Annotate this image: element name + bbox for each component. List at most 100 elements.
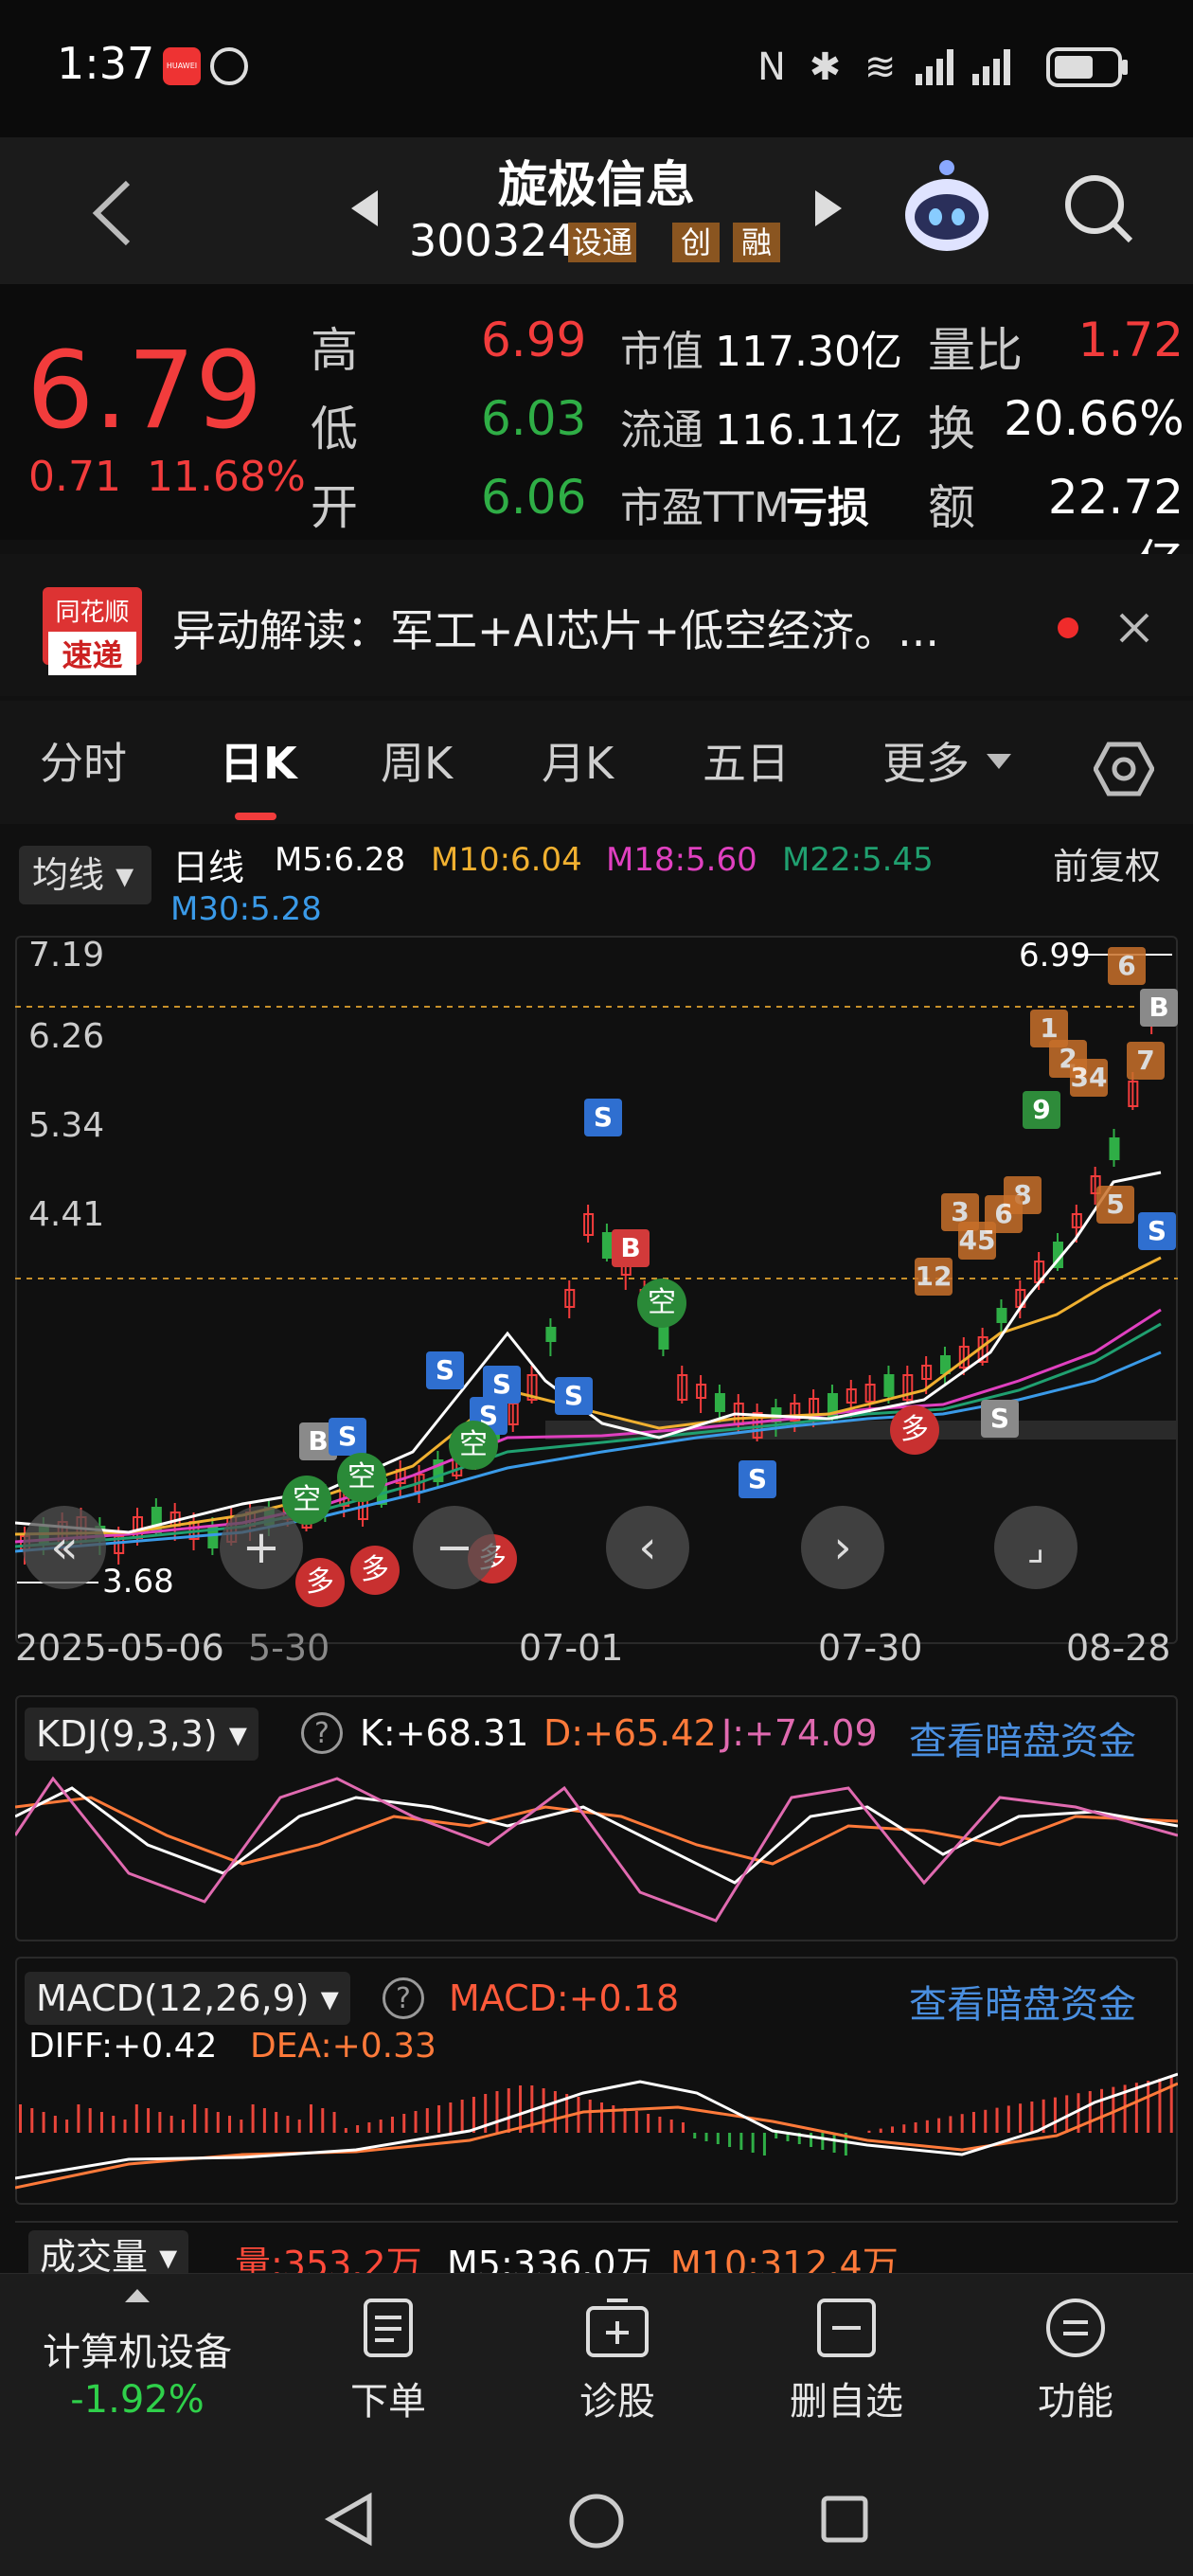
dark-pool-link[interactable]: 查看暗盘资金: [909, 1710, 1136, 1765]
macd-bar: [181, 2120, 185, 2133]
turnover-value: 20.66%: [1004, 391, 1184, 446]
marker-34: 34: [1070, 1059, 1108, 1097]
macd-bar: [1019, 2103, 1023, 2133]
tab-weekly-k[interactable]: 周K: [381, 729, 453, 792]
zoom-in-icon[interactable]: +: [220, 1506, 303, 1589]
macd-value: MACD:+0.18: [449, 1977, 680, 2019]
fullscreen-icon[interactable]: ⌟: [994, 1506, 1077, 1589]
macd-bar: [507, 2088, 510, 2133]
zoom-out-far-icon[interactable]: «: [23, 1506, 106, 1589]
macd-bar: [42, 2112, 45, 2133]
help-icon[interactable]: ?: [383, 1977, 424, 2019]
volume-ratio-label: 量比: [928, 323, 1023, 378]
macd-bar: [356, 2125, 360, 2133]
macd-bar: [99, 2112, 103, 2133]
duo-marker: 多: [350, 1546, 400, 1595]
y-label-4: 4.41: [28, 1195, 104, 1234]
y-label-3: 5.34: [28, 1106, 104, 1145]
remove-watchlist-button[interactable]: 删自选: [742, 2297, 951, 2425]
recent-apps-icon[interactable]: [816, 2491, 873, 2548]
s-marker: S: [981, 1400, 1019, 1438]
macd-bar: [495, 2091, 499, 2133]
sector-tag: 设通: [568, 223, 637, 262]
news-banner[interactable]: 同花顺 速递 异动解读：军工+AI芯片+低空经济。...: [0, 554, 1193, 696]
tab-five-day[interactable]: 五日: [703, 729, 790, 792]
macd-bar: [147, 2108, 151, 2133]
diagnose-button[interactable]: 诊股: [513, 2297, 721, 2425]
back-icon[interactable]: [85, 175, 142, 251]
tab-fenshi[interactable]: 分时: [40, 729, 127, 792]
low-value: 6.03: [481, 391, 587, 446]
sell-marker: S: [739, 1460, 776, 1498]
next-stock-icon[interactable]: [810, 185, 847, 232]
macd-bar: [228, 2116, 232, 2133]
macd-bar: [1030, 2102, 1034, 2133]
tab-daily-k[interactable]: 日K: [220, 729, 297, 792]
macd-bar: [1006, 2105, 1010, 2133]
tab-more[interactable]: 更多: [882, 729, 970, 792]
macd-bar: [634, 2111, 638, 2133]
diagnose-icon: [586, 2299, 649, 2357]
stock-code: 300324: [409, 215, 576, 266]
macd-bar: [321, 2108, 325, 2133]
macd-bar: [344, 2128, 347, 2133]
settings-icon[interactable]: [1094, 739, 1154, 799]
news-text: 异动解读：军工+AI芯片+低空经济。...: [172, 605, 939, 656]
tab-monthly-k[interactable]: 月K: [542, 729, 614, 792]
candle-body: [658, 1327, 669, 1350]
sell-marker: S: [555, 1377, 593, 1415]
macd-bar: [739, 2133, 743, 2150]
macd-bar: [728, 2133, 732, 2147]
ma-selector[interactable]: 均线 ▾: [19, 846, 151, 904]
huawei-app-icon: HUAWEI: [163, 47, 201, 85]
scroll-right-icon[interactable]: ›: [801, 1506, 884, 1589]
kline-chart[interactable]: 7.19 6.26 5.34 4.41 6.99 3.68: [15, 936, 1178, 1599]
sector-name[interactable]: 计算机设备: [28, 2321, 246, 2376]
duo-marker: 多: [890, 1405, 939, 1455]
rong-tag: 融: [733, 223, 780, 262]
macd-bar: [216, 2112, 220, 2133]
function-button[interactable]: 功能: [971, 2297, 1180, 2425]
macd-bar: [449, 2102, 453, 2133]
order-button[interactable]: 下单: [284, 2297, 492, 2425]
help-icon[interactable]: ?: [301, 1712, 343, 1754]
kdj-k-value: K:+68.31: [360, 1712, 529, 1754]
macd-bar: [669, 2120, 673, 2133]
kong-marker: 空: [337, 1453, 386, 1502]
ai-robot-icon[interactable]: [899, 156, 994, 260]
close-icon[interactable]: [1117, 611, 1151, 645]
dark-pool-link[interactable]: 查看暗盘资金: [909, 1974, 1136, 2029]
macd-bar: [297, 2120, 301, 2133]
sector-change: -1.92%: [70, 2378, 205, 2422]
macd-bar: [472, 2097, 475, 2133]
candle-body: [545, 1327, 557, 1342]
scroll-left-icon[interactable]: ‹: [606, 1506, 689, 1589]
macd-bar: [65, 2120, 69, 2133]
macd-bar: [937, 2118, 941, 2133]
quote-panel: 6.79 0.71 11.68% 高 6.99 低 6.03 开 6.06 市值…: [0, 284, 1193, 590]
macd-bar: [681, 2122, 685, 2133]
ma22-value: M22:5.45: [782, 841, 934, 879]
volume-ratio-value: 1.72: [1077, 313, 1184, 367]
float-label: 流通: [620, 406, 703, 455]
status-time: 1:37: [57, 38, 155, 89]
candle-body: [1109, 1137, 1120, 1160]
macd-bar: [751, 2133, 755, 2153]
prev-stock-icon[interactable]: [346, 185, 383, 232]
marker-9: 9: [1023, 1091, 1060, 1129]
back-nav-icon[interactable]: [322, 2491, 379, 2548]
home-nav-icon[interactable]: [566, 2491, 627, 2551]
ma10-value: M10:6.04: [431, 841, 582, 879]
candle-body: [883, 1374, 895, 1397]
zoom-out-icon[interactable]: −: [413, 1506, 496, 1589]
sell-marker: S: [584, 1099, 622, 1136]
stock-header: 旋极信息 300324 设通 创 融: [0, 137, 1193, 284]
macd-bar: [693, 2133, 697, 2138]
macd-selector[interactable]: MACD(12,26,9) ▾: [25, 1972, 350, 2025]
adjust-mode[interactable]: 前复权: [1053, 837, 1161, 889]
search-icon[interactable]: [1060, 170, 1136, 251]
macd-bar: [832, 2133, 836, 2153]
tonghuashun-logo: 同花顺 速递: [43, 587, 142, 675]
date-3: 07-01: [519, 1627, 624, 1669]
kdj-selector[interactable]: KDJ(9,3,3) ▾: [25, 1708, 258, 1761]
